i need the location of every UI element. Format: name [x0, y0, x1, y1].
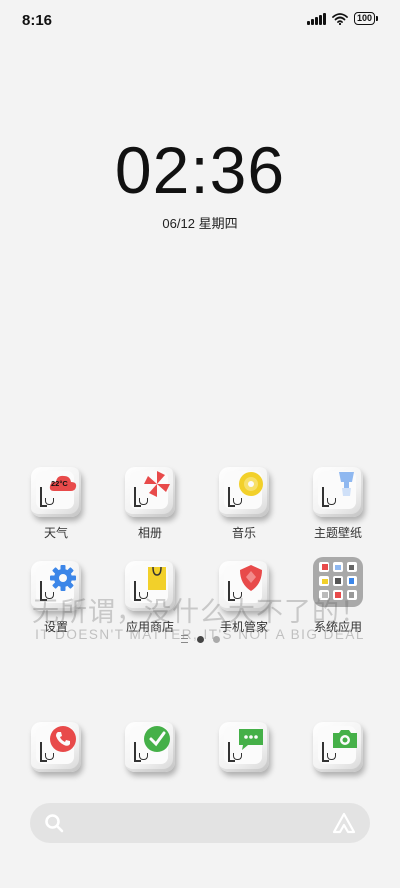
status-bar: 8:16 100: [0, 0, 400, 40]
theme-brush-icon: [339, 472, 354, 496]
search-bar[interactable]: [30, 803, 370, 843]
messages-icon: [239, 729, 263, 750]
page-dot-1[interactable]: [196, 635, 204, 643]
app-label: 相册: [137, 526, 162, 540]
dock-browser[interactable]: [110, 722, 190, 772]
app-label: 音乐: [231, 526, 256, 540]
wallpaper-slogan-chinese: 无所谓，没什么大不了的！: [32, 597, 368, 627]
clock-date[interactable]: 06/12 星期四: [0, 213, 400, 232]
app-label: 天气: [43, 526, 68, 540]
status-time: 8:16: [22, 12, 53, 29]
cellular-signal-icon: [307, 12, 326, 25]
wifi-icon: [332, 12, 348, 25]
security-shield-icon: [240, 565, 262, 591]
weather-temp: 22°C: [51, 479, 68, 488]
battery-level: 100: [353, 12, 375, 25]
gear-icon: [50, 565, 76, 591]
app-music[interactable]: 音乐: [204, 467, 284, 541]
dock-camera[interactable]: [298, 722, 378, 772]
assistant-icon[interactable]: [332, 812, 356, 834]
app-label: 主题壁纸: [313, 526, 362, 540]
page-dot-2[interactable]: [212, 635, 220, 643]
camera-icon: [333, 730, 357, 748]
clock-time[interactable]: 02:36: [0, 132, 400, 208]
music-disc-icon: [239, 472, 263, 496]
store-bag-icon: [148, 566, 166, 590]
page-indicator[interactable]: [0, 635, 400, 643]
app-theme-wallpaper[interactable]: 主题壁纸: [298, 467, 378, 541]
dock-messages[interactable]: [204, 722, 284, 772]
app-gallery[interactable]: 相册: [110, 467, 190, 541]
browser-globe-icon: [144, 726, 170, 752]
status-icons: 100: [307, 12, 378, 25]
gallery-pinwheel-icon: [144, 471, 170, 497]
minus-one-page-icon[interactable]: [180, 635, 188, 643]
app-weather[interactable]: 22°C 天气: [16, 467, 96, 541]
search-icon[interactable]: [44, 813, 64, 833]
dock-phone[interactable]: [16, 722, 96, 772]
phone-icon: [50, 726, 76, 752]
battery-icon: 100: [353, 12, 378, 25]
